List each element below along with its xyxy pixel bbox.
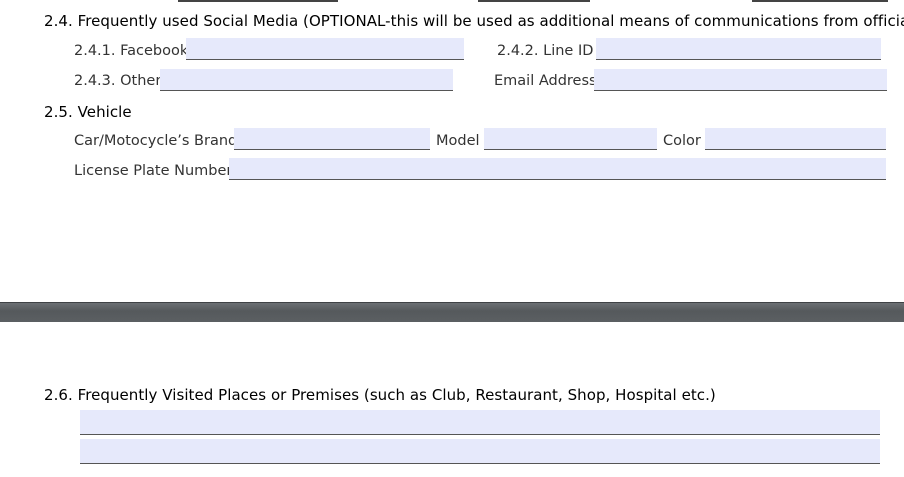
page-separator [0,302,904,323]
social-media-heading: 2.4. Frequently used Social Media (OPTIO… [44,12,904,30]
line-id-field[interactable] [596,38,881,60]
previous-field-underline [752,0,888,2]
license-plate-label: License Plate Number [74,163,233,179]
vehicle-model-label: Model [436,133,480,149]
vehicle-color-label: Color [663,133,701,149]
other-social-field[interactable] [160,69,453,91]
form-page-1: 2.4. Frequently used Social Media (OPTIO… [0,0,904,302]
visited-places-heading: 2.6. Frequently Visited Places or Premis… [44,386,716,404]
previous-field-underline [178,0,338,2]
form-page-2: 2.6. Frequently Visited Places or Premis… [0,322,904,477]
facebook-field[interactable] [186,38,464,60]
vehicle-brand-label: Car/Motocycle’s Brand [74,133,238,149]
visited-places-field-2[interactable] [80,439,880,464]
vehicle-brand-field[interactable] [234,128,430,150]
visited-places-field-1[interactable] [80,410,880,435]
email-label: Email Address [494,73,597,89]
vehicle-color-field[interactable] [705,128,886,150]
other-social-label: 2.4.3. Other [74,73,162,89]
previous-field-underline [478,0,590,2]
vehicle-heading: 2.5. Vehicle [44,103,132,121]
line-id-label: 2.4.2. Line ID [497,43,594,59]
license-plate-field[interactable] [229,158,886,180]
email-field[interactable] [594,69,887,91]
facebook-label: 2.4.1. Facebook [74,43,189,59]
vehicle-model-field[interactable] [484,128,657,150]
